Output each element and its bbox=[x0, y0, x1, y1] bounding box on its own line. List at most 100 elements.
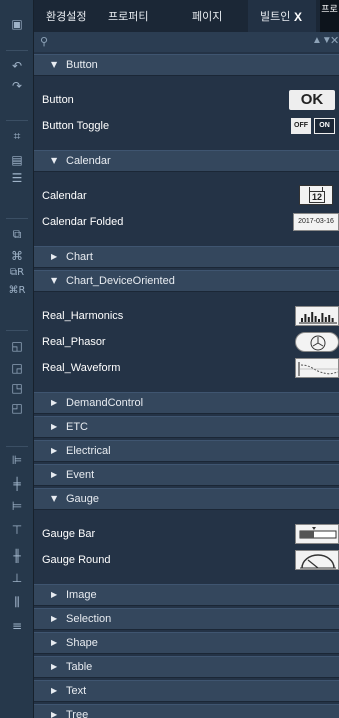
group-calendar[interactable]: ▼ Calendar bbox=[34, 150, 339, 172]
component-label: Calendar bbox=[42, 190, 87, 202]
component-calendar-folded[interactable]: Calendar Folded 2017-03-16 bbox=[34, 210, 339, 234]
align-middle-icon[interactable]: ╫ bbox=[5, 546, 29, 566]
group-label: Electrical bbox=[66, 445, 111, 457]
group-electrical[interactable]: ▶ Electrical bbox=[34, 440, 339, 462]
chevron-down-icon: ▼ bbox=[51, 494, 58, 503]
toolbar-separator bbox=[6, 50, 28, 51]
group-label: Event bbox=[66, 469, 95, 481]
group-etc[interactable]: ▶ ETC bbox=[34, 416, 339, 438]
group-image[interactable]: ▶ Image bbox=[34, 584, 339, 606]
group-label: Button bbox=[66, 59, 98, 71]
toggle-preview: OFF ON bbox=[291, 118, 335, 134]
group-shape[interactable]: ▶ Shape bbox=[34, 632, 339, 654]
panel-tab-bar: 환경설정 프로퍼티 페이지 빌트인 X 프로 bbox=[34, 0, 339, 32]
group-table[interactable]: ▶ Table bbox=[34, 656, 339, 678]
component-button[interactable]: Button OK bbox=[34, 88, 339, 112]
chevron-right-icon: ▶ bbox=[51, 614, 58, 623]
group-selection[interactable]: ▶ Selection bbox=[34, 608, 339, 630]
component-label: Real_Phasor bbox=[42, 336, 106, 348]
component-real-harmonics[interactable]: Real_Harmonics bbox=[34, 304, 339, 328]
toolbar-separator bbox=[6, 446, 28, 447]
page-icon[interactable]: ▤ bbox=[5, 150, 29, 170]
toolbar-separator bbox=[6, 218, 28, 219]
group-gauge[interactable]: ▼ Gauge bbox=[34, 488, 339, 510]
crop-icon[interactable]: ⌗ bbox=[5, 126, 29, 146]
group-r-icon[interactable]: ⧉R bbox=[5, 262, 29, 282]
left-toolbar: ▣ ↶ ↷ ⌗ ▤ ☰ ⧉ ⌘ ⧉R ⌘R ◱ ◲ ◳ ◰ ⊫ ╪ ⊨ ⊤ ╫ ⊥ ⫼ ≡ bbox=[0, 0, 34, 718]
chevron-down-icon: ▼ bbox=[51, 156, 58, 165]
toolbar-separator bbox=[6, 120, 28, 121]
group-label: DemandControl bbox=[66, 397, 144, 409]
clear-search-icon[interactable]: ✕ bbox=[330, 34, 339, 47]
chevron-down-icon: ▼ bbox=[51, 60, 58, 69]
toggle-off-label: OFF bbox=[291, 118, 311, 134]
distribute-h-icon[interactable]: ⫼ bbox=[5, 592, 29, 612]
chevron-down-icon: ▼ bbox=[51, 276, 58, 285]
group-event[interactable]: ▶ Event bbox=[34, 464, 339, 486]
chevron-right-icon: ▶ bbox=[51, 252, 58, 261]
chevron-right-icon: ▶ bbox=[51, 686, 58, 695]
harmonics-preview bbox=[295, 306, 339, 326]
chevron-right-icon: ▶ bbox=[51, 422, 58, 431]
group-demandcontrol[interactable]: ▶ DemandControl bbox=[34, 392, 339, 414]
group-label: Text bbox=[66, 685, 87, 697]
distribute-v-icon[interactable]: ≡ bbox=[5, 616, 29, 636]
group-chart-deviceoriented[interactable]: ▼ Chart_DeviceOriented bbox=[34, 270, 339, 292]
search-icon: ⚲ bbox=[40, 36, 49, 48]
group-icon[interactable]: ⧉ bbox=[5, 224, 29, 244]
bring-forward-icon[interactable]: ◱ bbox=[5, 336, 29, 356]
group-label: Chart bbox=[66, 251, 93, 263]
group-tree[interactable]: ▶ Tree bbox=[34, 704, 339, 718]
close-tab-icon[interactable]: X bbox=[294, 0, 302, 32]
align-center-icon[interactable]: ╪ bbox=[5, 474, 29, 494]
component-gauge-bar[interactable]: Gauge Bar bbox=[34, 522, 339, 546]
chevron-right-icon: ▶ bbox=[51, 662, 58, 671]
redo-icon[interactable]: ↷ bbox=[5, 76, 29, 96]
tab-1[interactable]: 환경설정 bbox=[34, 0, 92, 32]
undo-icon[interactable]: ↶ bbox=[5, 56, 29, 76]
align-top-icon[interactable]: ⊤ bbox=[5, 520, 29, 540]
align-left-icon[interactable]: ⊫ bbox=[5, 450, 29, 470]
group-label: Image bbox=[66, 589, 97, 601]
align-right-icon[interactable]: ⊨ bbox=[5, 496, 29, 516]
component-button-toggle[interactable]: Button Toggle OFF ON bbox=[34, 114, 339, 138]
builtin-panel: 환경설정 프로퍼티 페이지 빌트인 X 프로 ⚲ ▲▼ ✕ ▼ Button Button OK… bbox=[34, 0, 339, 718]
page-list-icon[interactable]: ☰ bbox=[5, 168, 29, 188]
tab-3[interactable]: 페이지 bbox=[174, 0, 244, 32]
group-label: Calendar bbox=[66, 155, 111, 167]
toggle-on-label: ON bbox=[314, 118, 335, 134]
component-gauge-round[interactable]: Gauge Round bbox=[34, 548, 339, 572]
chevron-right-icon: ▶ bbox=[51, 710, 58, 718]
overflow-tab[interactable]: 프로 bbox=[320, 0, 339, 32]
component-label: Button bbox=[42, 94, 74, 106]
gauge-round-preview bbox=[295, 550, 339, 570]
group-chart[interactable]: ▶ Chart bbox=[34, 246, 339, 268]
toolbar-separator bbox=[6, 330, 28, 331]
ungroup-r-icon[interactable]: ⌘R bbox=[5, 280, 29, 300]
calendar-day: 12 bbox=[309, 191, 325, 203]
waveform-preview bbox=[295, 358, 339, 378]
save-icon[interactable]: ▣ bbox=[5, 14, 29, 34]
send-backward-icon[interactable]: ◲ bbox=[5, 358, 29, 378]
group-label: Shape bbox=[66, 637, 98, 649]
component-real-waveform[interactable]: Real_Waveform bbox=[34, 356, 339, 380]
align-bottom-icon[interactable]: ⊥ bbox=[5, 568, 29, 588]
chevron-right-icon: ▶ bbox=[51, 398, 58, 407]
calendar-ring bbox=[309, 187, 310, 191]
group-label: Tree bbox=[66, 709, 89, 718]
component-label: Real_Waveform bbox=[42, 362, 121, 374]
group-label: ETC bbox=[66, 421, 88, 433]
tab-2[interactable]: 프로퍼티 bbox=[94, 0, 164, 32]
search-input[interactable] bbox=[56, 34, 306, 50]
component-label: Button Toggle bbox=[42, 120, 110, 132]
component-calendar[interactable]: Calendar 12 bbox=[34, 184, 339, 208]
component-real-phasor[interactable]: Real_Phasor bbox=[34, 330, 339, 354]
group-button[interactable]: ▼ Button bbox=[34, 54, 339, 76]
sort-icon[interactable]: ▲▼ bbox=[312, 35, 332, 46]
send-back-icon[interactable]: ◰ bbox=[5, 398, 29, 418]
chevron-right-icon: ▶ bbox=[51, 470, 58, 479]
tab-4[interactable]: 빌트인 bbox=[248, 0, 316, 32]
chevron-right-icon: ▶ bbox=[51, 590, 58, 599]
bring-front-icon[interactable]: ◳ bbox=[5, 378, 29, 398]
group-text[interactable]: ▶ Text bbox=[34, 680, 339, 702]
